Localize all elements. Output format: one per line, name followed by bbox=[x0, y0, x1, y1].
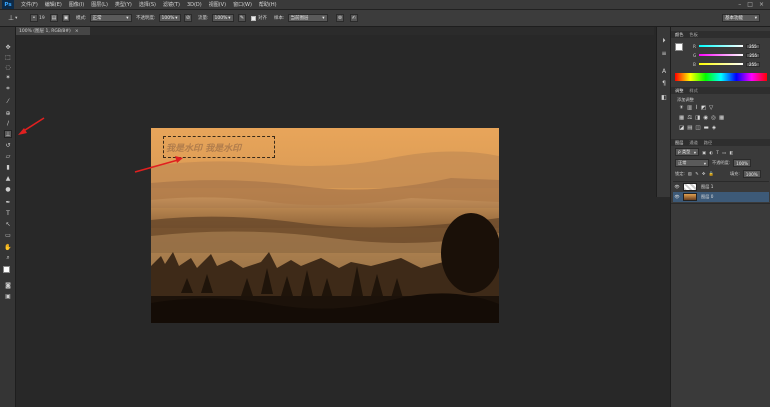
blue-value[interactable]: 255 bbox=[745, 61, 760, 67]
threshold-icon[interactable]: ◫ bbox=[695, 125, 700, 131]
actions-icon[interactable]: ≡ bbox=[660, 49, 668, 57]
history-icon[interactable]: ⏵ bbox=[660, 37, 668, 45]
red-value[interactable]: 255 bbox=[745, 43, 760, 49]
adjustment-icons-row-2: ▦ ⚖ ◨ ◉ ◎ ▦ bbox=[679, 115, 724, 121]
fill-input[interactable]: 100% bbox=[742, 170, 761, 178]
fill-value: 100% bbox=[745, 171, 758, 177]
color-spectrum[interactable] bbox=[675, 73, 767, 81]
color-lookup-icon[interactable]: ▦ bbox=[719, 115, 724, 121]
color-panel-tabs: 颜色 色板 bbox=[671, 31, 770, 38]
layer-filter-row: ρ 类型 ▾ ▣ ◐ T ▭ ◧ bbox=[675, 148, 734, 156]
arrow-to-clone-stamp bbox=[21, 117, 45, 133]
layer-row-1[interactable]: 👁 图层 1 bbox=[673, 181, 769, 191]
selective-color-icon[interactable]: ◈ bbox=[712, 125, 716, 131]
green-value[interactable]: 255 bbox=[746, 52, 761, 58]
gradient-map-icon[interactable]: ▬ bbox=[704, 125, 709, 131]
levels-icon[interactable]: ▥ bbox=[687, 105, 692, 111]
paragraph-icon[interactable]: ¶ bbox=[660, 79, 668, 87]
red-slider[interactable] bbox=[698, 45, 743, 47]
layer-thumbnail bbox=[683, 193, 697, 201]
adjustment-icons-row-1: ☀ ▥ ⌇ ◩ ▽ bbox=[679, 105, 713, 111]
arrow-head bbox=[175, 156, 183, 163]
color-balance-icon[interactable]: ⚖ bbox=[687, 115, 692, 121]
posterize-icon[interactable]: ▤ bbox=[687, 125, 692, 131]
green-slider[interactable] bbox=[699, 54, 744, 56]
tab-layers[interactable]: 图层 bbox=[675, 140, 683, 146]
vibrance-icon[interactable]: ▽ bbox=[709, 105, 713, 111]
layers-panel-tabs: 图层 通道 路径 bbox=[671, 139, 770, 146]
blue-slider-row: B 255 bbox=[693, 61, 760, 67]
layer-filter-icons[interactable]: ▣ ◐ T ▭ ◧ bbox=[702, 150, 734, 155]
lock-label: 锁定: bbox=[675, 171, 685, 176]
layer-thumbnail bbox=[683, 182, 697, 191]
blend-row: 正常 ▾ 不透明度: 100% bbox=[675, 159, 752, 167]
black-white-icon[interactable]: ◨ bbox=[695, 115, 700, 121]
exposure-icon[interactable]: ◩ bbox=[701, 105, 706, 111]
annotation-arrows bbox=[18, 117, 183, 173]
layer-opacity-value: 100% bbox=[736, 160, 749, 166]
layer-row-0[interactable]: 👁 图层 0 bbox=[673, 192, 769, 202]
adjust-panel-tabs: 调整 样式 bbox=[671, 87, 770, 94]
panel-icon-column: ⏵ ≡ A ¶ ◧ bbox=[656, 27, 670, 197]
layer-name: 图层 1 bbox=[701, 183, 714, 189]
lock-icons[interactable]: ▧ ✎ ✥ 🔒 bbox=[688, 171, 715, 177]
character-icon[interactable]: A bbox=[660, 67, 668, 75]
layer-kind-dropdown[interactable]: ρ 类型 ▾ bbox=[675, 148, 699, 156]
foreground-color-swatch[interactable] bbox=[675, 43, 683, 51]
tab-channels[interactable]: 通道 bbox=[689, 140, 697, 146]
right-panels: 颜色 色板 R 255 G 255 B 255 调整 样式 添加调整 ☀ ▥ ⌇… bbox=[670, 27, 770, 407]
layer-name: 图层 0 bbox=[701, 194, 714, 199]
chevron-down-icon: ▾ bbox=[693, 149, 696, 155]
tab-swatches[interactable]: 色板 bbox=[689, 32, 697, 38]
blue-slider[interactable] bbox=[698, 63, 743, 65]
green-label: G bbox=[693, 52, 697, 58]
green-slider-row: G 255 bbox=[693, 52, 761, 58]
channel-mixer-icon[interactable]: ◎ bbox=[711, 115, 716, 121]
tab-paths[interactable]: 路径 bbox=[704, 140, 712, 146]
layer-opacity-input[interactable]: 100% bbox=[733, 159, 752, 167]
invert-icon[interactable]: ◪ bbox=[679, 125, 684, 131]
curves-icon[interactable]: ⌇ bbox=[695, 105, 698, 111]
layers-empty-area bbox=[671, 203, 770, 403]
adjustment-icons-row-3: ◪ ▤ ◫ ▬ ◈ bbox=[679, 125, 716, 131]
photo-filter-icon[interactable]: ◉ bbox=[703, 115, 708, 121]
red-label: R bbox=[693, 43, 696, 49]
chevron-down-icon: ▾ bbox=[703, 160, 706, 166]
layer-kind-value: ρ 类型 bbox=[678, 149, 691, 154]
tab-color[interactable]: 颜色 bbox=[675, 32, 683, 38]
add-adjustment-title: 添加调整 bbox=[677, 97, 694, 102]
lock-row: 锁定: ▧ ✎ ✥ 🔒 填充: 100% bbox=[675, 170, 761, 178]
visibility-eye-icon[interactable]: 👁 bbox=[673, 194, 681, 200]
arrow-to-watermark bbox=[134, 159, 179, 173]
brightness-icon[interactable]: ☀ bbox=[679, 105, 684, 111]
hue-saturation-icon[interactable]: ▦ bbox=[679, 115, 684, 121]
fill-label: 填充: bbox=[729, 171, 740, 176]
tab-adjustments[interactable]: 调整 bbox=[675, 88, 683, 94]
layer-opacity-label: 不透明度: bbox=[712, 160, 731, 165]
visibility-eye-icon[interactable]: 👁 bbox=[673, 184, 681, 190]
blend-mode-dropdown[interactable]: 正常 ▾ bbox=[675, 159, 709, 167]
tab-styles[interactable]: 样式 bbox=[689, 88, 697, 94]
tool-presets-icon[interactable]: ◧ bbox=[660, 93, 668, 101]
blend-mode-value: 正常 bbox=[678, 160, 687, 165]
blue-label: B bbox=[693, 61, 696, 67]
red-slider-row: R 255 bbox=[693, 43, 760, 49]
